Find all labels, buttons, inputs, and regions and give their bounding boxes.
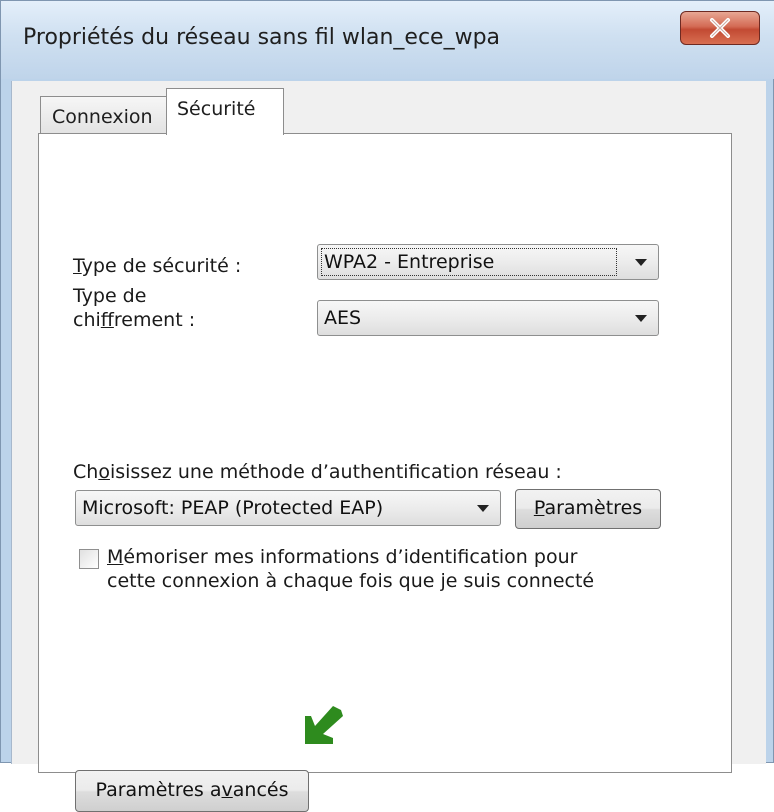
cipher-type-label: Type de chiffrement :: [73, 285, 196, 331]
security-type-value: WPA2 - Entreprise: [324, 251, 495, 273]
chevron-down-icon: [624, 245, 658, 279]
close-button[interactable]: [680, 11, 760, 45]
dialog-window: Propriétés du réseau sans fil wlan_ece_w…: [0, 0, 774, 812]
cipher-type-select[interactable]: AES: [317, 300, 659, 336]
tab-connexion[interactable]: Connexion: [40, 96, 167, 133]
chevron-down-icon: [624, 301, 658, 335]
tab-securite-label: Sécurité: [177, 98, 256, 120]
remember-credentials-checkbox[interactable]: [79, 549, 99, 569]
auth-method-label: Choisissez une méthode d’authentificatio…: [73, 461, 562, 483]
tab-securite[interactable]: Sécurité: [166, 88, 284, 135]
tab-connexion-label: Connexion: [52, 106, 153, 128]
dialog-client-area: Connexion Sécurité Type de sécurité : WP…: [11, 81, 766, 812]
window-title: Propriétés du réseau sans fil wlan_ece_w…: [23, 25, 501, 50]
chevron-down-icon: [466, 491, 500, 525]
auth-settings-button[interactable]: Paramètres: [515, 489, 661, 529]
title-bar: Propriétés du réseau sans fil wlan_ece_w…: [1, 1, 774, 79]
cipher-type-value: AES: [324, 307, 362, 329]
security-type-label: Type de sécurité :: [73, 255, 242, 277]
remember-credentials-label: Mémoriser mes informations d’identificat…: [107, 546, 595, 592]
auth-method-select[interactable]: Microsoft: PEAP (Protected EAP): [75, 490, 501, 526]
auth-method-value: Microsoft: PEAP (Protected EAP): [82, 497, 384, 519]
security-tab-panel: Type de sécurité : WPA2 - Entreprise Typ…: [38, 133, 732, 812]
arrow-pointer-icon: [305, 706, 343, 744]
advanced-settings-button[interactable]: Paramètres avancés: [75, 770, 309, 812]
close-icon: [710, 18, 730, 38]
security-type-select[interactable]: WPA2 - Entreprise: [317, 244, 659, 280]
